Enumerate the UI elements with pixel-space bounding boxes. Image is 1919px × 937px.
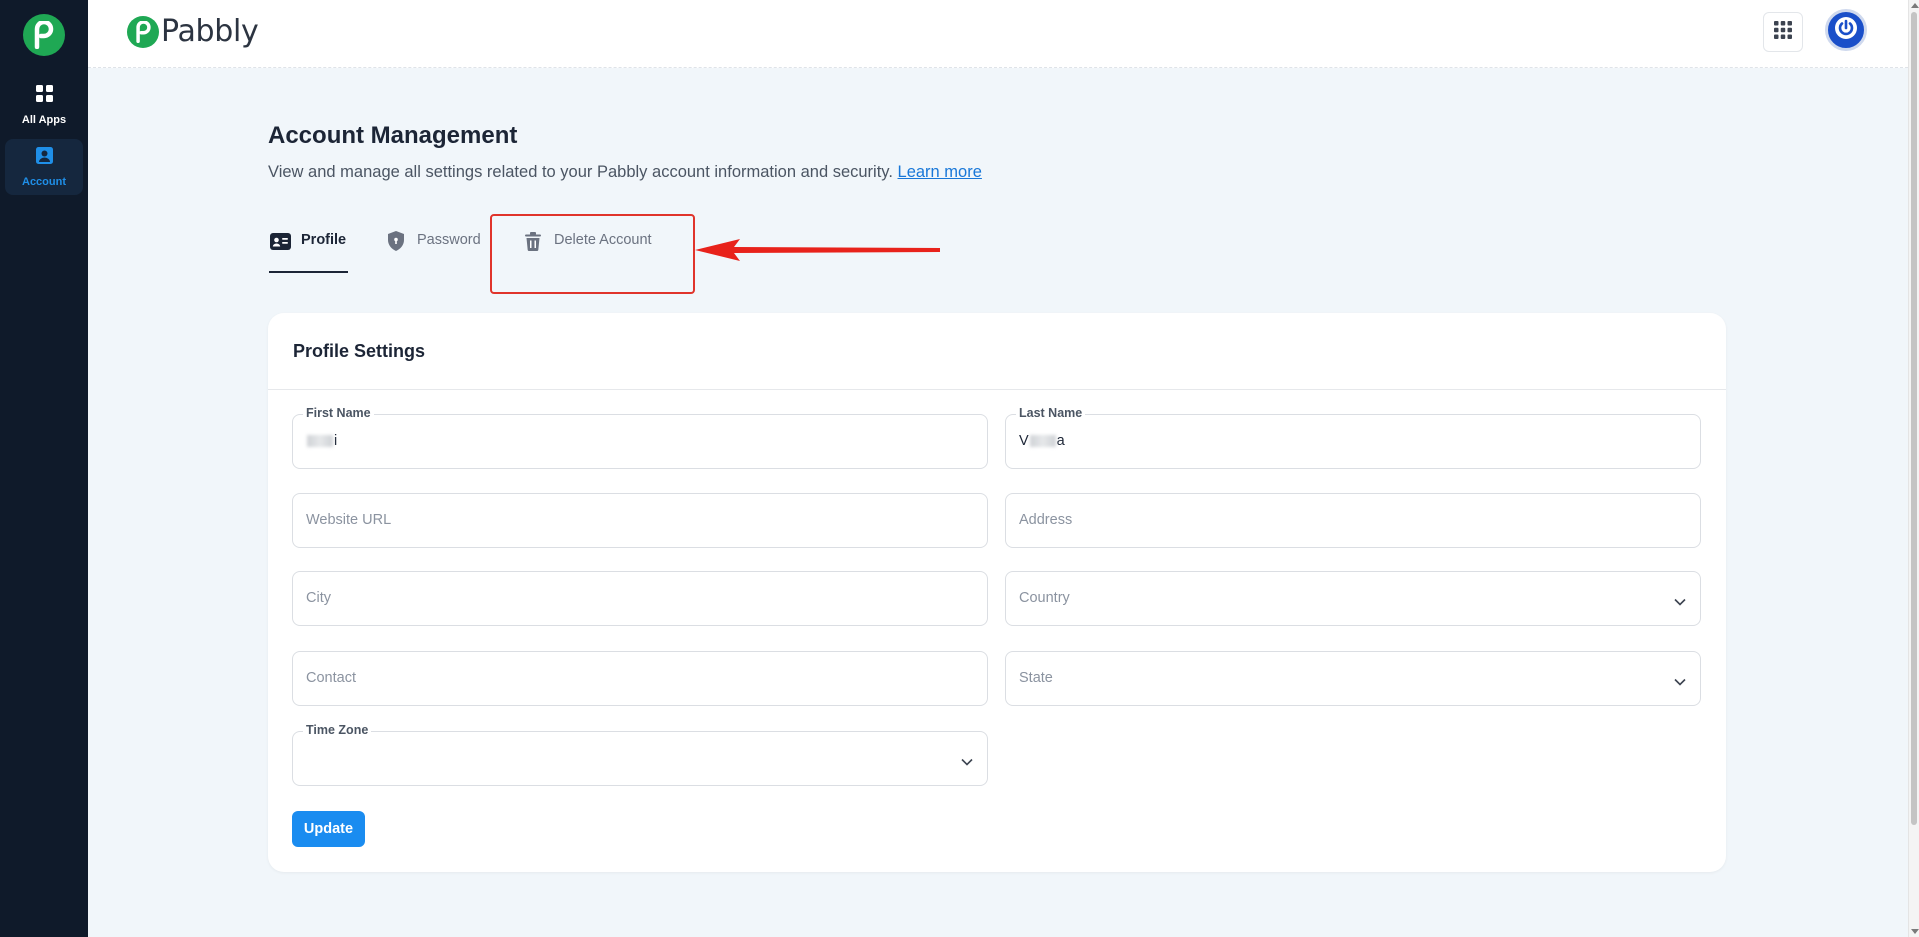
pabbly-logo-icon[interactable] (23, 14, 65, 56)
tab-password[interactable]: Password (385, 230, 481, 274)
grid-icon (35, 84, 53, 107)
field-label: Time Zone (303, 723, 372, 737)
first-name-value: i (306, 433, 337, 449)
user-avatar[interactable] (1825, 9, 1867, 51)
brand-name: Pabbly (161, 14, 259, 49)
country-select[interactable]: Country (1005, 571, 1701, 626)
shield-icon (385, 230, 407, 252)
learn-more-link[interactable]: Learn more (898, 163, 982, 181)
chevron-down-icon (1674, 673, 1686, 691)
field-placeholder: Contact (306, 670, 356, 686)
power-icon (1834, 16, 1858, 45)
scroll-down-arrow-icon[interactable] (1911, 929, 1919, 934)
address-field[interactable]: Address (1005, 493, 1701, 548)
chevron-down-icon (961, 753, 973, 771)
pabbly-p-icon (127, 15, 159, 48)
profile-settings-card: Profile Settings First Name i Last Name … (268, 313, 1726, 872)
page-description: View and manage all settings related to … (268, 163, 982, 182)
tab-label: Profile (301, 232, 347, 248)
update-button[interactable]: Update (292, 811, 365, 847)
contact-field[interactable]: Contact (292, 651, 988, 706)
field-label: First Name (303, 406, 374, 420)
id-card-icon (269, 230, 291, 252)
scroll-thumb[interactable] (1911, 12, 1917, 825)
card-title: Profile Settings (293, 341, 426, 361)
field-placeholder: Website URL (306, 512, 392, 528)
page-title: Account Management (268, 122, 518, 149)
apps-menu-button[interactable] (1763, 12, 1803, 52)
website-url-field[interactable]: Website URL (292, 493, 988, 548)
top-header: Pabbly (88, 0, 1908, 68)
red-arrow-annotation (695, 239, 940, 261)
last-name-field[interactable]: Last Name Va (1005, 406, 1701, 469)
redacted-text (1029, 435, 1056, 448)
page-scrollbar[interactable] (1908, 0, 1919, 937)
field-placeholder: State (1019, 670, 1053, 686)
scroll-up-arrow-icon[interactable] (1911, 3, 1919, 8)
last-name-value: Va (1019, 433, 1065, 449)
field-label: Last Name (1016, 406, 1086, 420)
account-icon (35, 146, 53, 169)
sidebar-item-label: Account (22, 175, 66, 188)
tab-profile[interactable]: Profile (269, 230, 349, 273)
page-description-text: View and manage all settings related to … (268, 163, 893, 181)
sidebar-item-account[interactable]: Account (5, 139, 83, 195)
chevron-down-icon (1674, 593, 1686, 611)
field-placeholder: Country (1019, 590, 1070, 606)
first-name-field[interactable]: First Name i (292, 406, 988, 469)
field-placeholder: Address (1019, 512, 1073, 528)
state-select[interactable]: State (1005, 651, 1701, 706)
brand-logo[interactable]: Pabbly (127, 14, 259, 49)
city-field[interactable]: City (292, 571, 988, 626)
sidebar-item-label: All Apps (21, 113, 67, 126)
redacted-text (307, 435, 333, 448)
highlight-box (490, 214, 695, 294)
apps-grid-icon (1774, 20, 1792, 44)
field-placeholder: City (306, 590, 331, 606)
time-zone-select[interactable]: Time Zone (292, 723, 988, 786)
sidebar-item-all-apps[interactable]: All Apps (5, 77, 83, 133)
tab-label: Password (417, 232, 481, 248)
card-divider (268, 389, 1726, 390)
sidebar: All Apps Account (0, 0, 88, 937)
